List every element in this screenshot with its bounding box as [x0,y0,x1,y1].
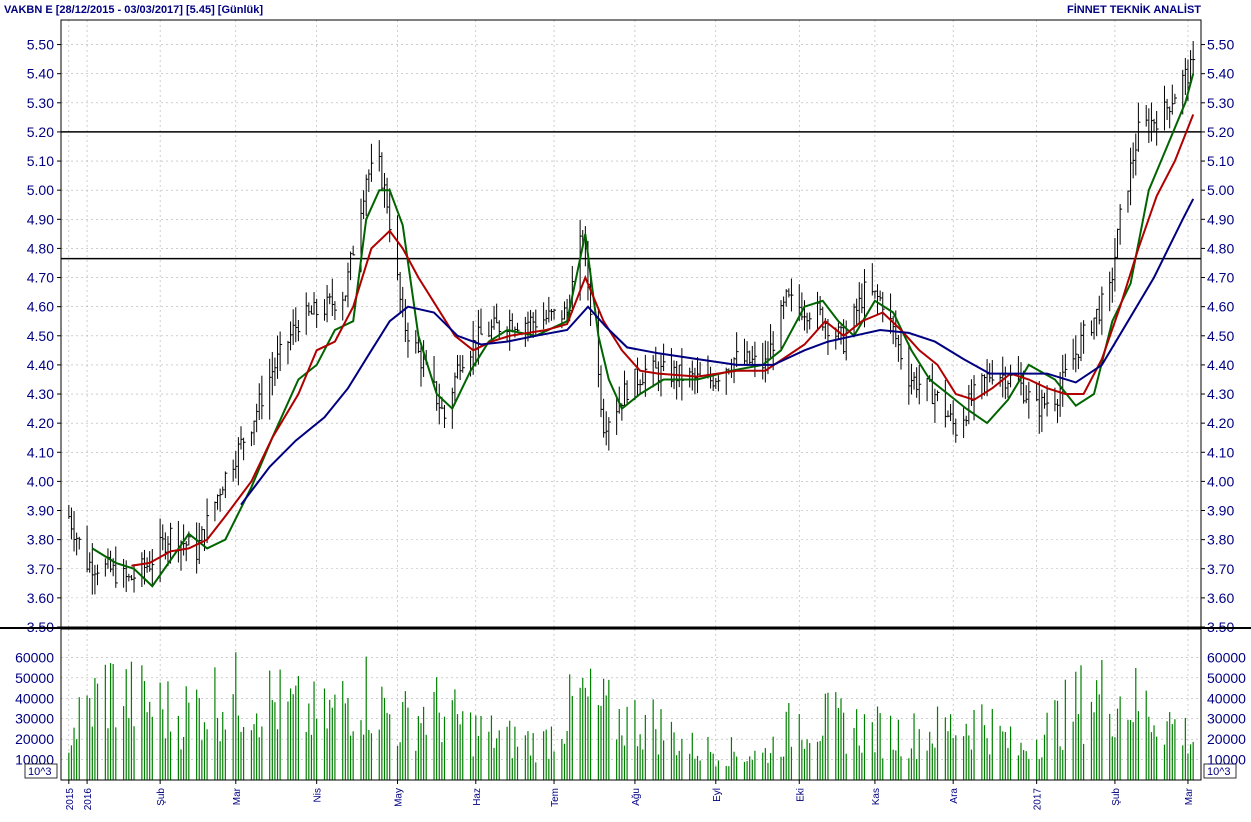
price-tick-label: 4.80 [1207,240,1234,256]
volume-unit-right: 10^3 [1207,766,1231,778]
x-tick-label: Tem [550,788,561,807]
chart-title: VAKBN E [28/12/2015 - 03/03/2017] [5.45]… [4,4,263,16]
price-tick-label: 5.10 [27,153,54,169]
x-tick-label: Şub [156,788,167,806]
volume-tick-label: 30000 [15,711,54,727]
price-bars [68,41,1196,595]
volume-axis-right: 10000 20000 30000 40000 50000 60000 [1207,649,1246,767]
price-tick-label: 5.00 [27,182,54,198]
x-tick-label: 2016 [83,788,94,811]
price-tick-label: 4.30 [27,386,54,402]
price-tick-label: 5.50 [1207,37,1234,53]
ma-slow-line [240,198,1195,506]
price-tick-label: 4.30 [1207,386,1234,402]
price-tick-label: 4.50 [1207,328,1234,344]
price-tick-label: 4.40 [27,357,54,373]
price-tick-label: 4.40 [1207,357,1234,373]
price-tick-label: 3.60 [1207,590,1234,606]
x-tick-label: Ara [949,788,960,804]
price-tick-label: 4.60 [27,299,54,315]
price-tick-label: 4.00 [27,473,54,489]
price-tick-label: 3.70 [1207,561,1234,577]
chart-canvas: VAKBN E [28/12/2015 - 03/03/2017] [5.45]… [0,3,1251,810]
price-tick-label: 3.80 [1207,532,1234,548]
x-tick-label: 2017 [1033,788,1044,811]
price-tick-label: 5.30 [1207,95,1234,111]
x-tick-label: 2015 [65,788,76,811]
ma-fast-line [91,73,1195,588]
volume-axis-left: 10000200003000040000500006000010^3 10^3 [15,649,1237,779]
price-tick-label: 4.50 [27,328,54,344]
x-tick-label: Haz [472,788,483,806]
price-tick-label: 5.40 [1207,66,1234,82]
price-axis-left: 3.503.603.703.803.904.004.104.204.304.40… [27,37,61,635]
price-tick-label: 5.30 [27,95,54,111]
price-tick-label: 4.20 [1207,415,1234,431]
brand-label: FİNNET TEKNİK ANALİST [1067,3,1201,16]
price-tick-label: 5.10 [1207,153,1234,169]
volume-tick-label: 50000 [1207,670,1246,686]
volume-tick-label: 60000 [15,649,54,665]
x-tick-label: Eki [795,788,806,802]
price-tick-label: 4.70 [1207,270,1234,286]
x-tick-label: May [394,788,405,807]
moving-average-lines [91,73,1195,588]
volume-unit-left: 10^3 [28,766,52,778]
x-axis: 2015 2016 Şub Mar Nis May Haz Tem Ağu Eyl Eki Kas Ar… [65,780,1195,810]
volume-bars [68,652,1194,780]
price-tick-label: 5.20 [27,124,54,140]
volume-tick-label: 60000 [1207,649,1246,665]
x-tick-label: Mar [232,787,243,805]
x-tick-label: Şub [1111,788,1122,806]
price-tick-label: 4.80 [27,240,54,256]
volume-tick-label: 40000 [1207,690,1246,706]
price-tick-label: 3.70 [27,561,54,577]
price-tick-label: 3.80 [27,532,54,548]
volume-tick-label: 30000 [1207,711,1246,727]
x-tick-label: Mar [1184,787,1195,805]
price-tick-label: 4.60 [1207,299,1234,315]
volume-tick-label: 20000 [1207,731,1246,747]
price-tick-label: 5.20 [1207,124,1234,140]
price-tick-label: 4.70 [27,270,54,286]
price-tick-label: 3.90 [27,503,54,519]
volume-tick-label: 50000 [15,670,54,686]
price-tick-label: 3.60 [27,590,54,606]
volume-tick-label: 10000 [1207,752,1246,768]
volume-frame [60,628,1202,781]
price-tick-label: 5.40 [27,66,54,82]
price-frame [60,19,1202,628]
price-tick-label: 4.10 [27,444,54,460]
price-tick-label: 3.90 [1207,503,1234,519]
x-tick-label: Kas [871,788,882,805]
price-tick-label: 5.00 [1207,182,1234,198]
x-tick-label: Nis [313,788,324,802]
volume-tick-label: 20000 [15,731,54,747]
horizontal-lines [61,131,1201,260]
price-tick-label: 4.90 [1207,211,1234,227]
price-tick-label: 4.10 [1207,444,1234,460]
x-tick-label: Ağu [631,788,642,806]
price-tick-label: 4.20 [27,415,54,431]
price-axis-right: 3.503.603.703.803.904.004.104.204.304.40… [1201,37,1234,635]
panel-frames [0,19,1251,781]
volume-grid [61,629,1201,780]
x-tick-label: Eyl [712,788,723,802]
price-tick-label: 4.00 [1207,473,1234,489]
price-grid [61,20,1201,628]
volume-tick-label: 40000 [15,690,54,706]
price-tick-label: 5.50 [27,37,54,53]
price-tick-label: 4.90 [27,211,54,227]
